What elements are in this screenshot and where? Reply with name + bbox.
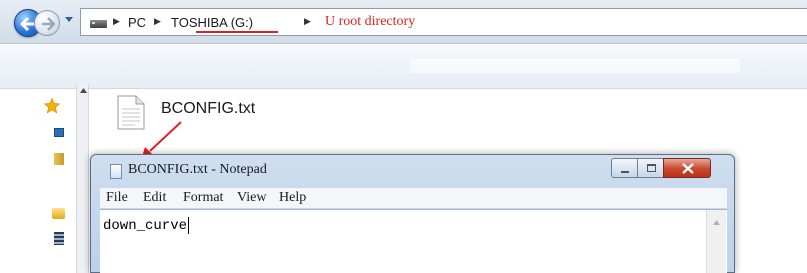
notepad-window[interactable]: BCONFIG.txt - Notepad File Edit Format V… [90, 154, 735, 273]
menu-format[interactable]: Format [183, 190, 223, 206]
close-button[interactable] [663, 158, 711, 178]
minimize-button[interactable] [611, 158, 638, 178]
scroll-up-arrow-icon[interactable] [80, 88, 87, 93]
drive-icon [90, 20, 107, 28]
forward-button[interactable] [34, 10, 60, 36]
text-caret [188, 217, 189, 234]
chevron-right-icon[interactable]: ▶ [154, 16, 161, 27]
libraries-icon[interactable] [52, 208, 65, 219]
recent-pages-dropdown-icon[interactable] [64, 16, 74, 23]
text-file-icon [117, 95, 145, 130]
window-title: BCONFIG.txt - Notepad [128, 162, 267, 177]
desktop-icon[interactable] [54, 128, 64, 137]
menu-edit[interactable]: Edit [143, 190, 166, 206]
address-bar: ▶ PC ▶ TOSHIBA (G:) ▶ U root directory [0, 0, 807, 44]
video-icon[interactable] [54, 232, 64, 245]
chevron-right-icon[interactable]: ▶ [304, 16, 311, 27]
annotation-label: U root directory [325, 14, 416, 29]
text-area[interactable]: down_curve [100, 209, 727, 273]
nav-pane-scrollbar[interactable] [76, 84, 89, 273]
folder-icon[interactable] [54, 153, 64, 165]
breadcrumb-toshiba[interactable]: TOSHIBA (G:) [171, 15, 253, 30]
address-path-box[interactable]: ▶ PC ▶ TOSHIBA (G:) ▶ U root directory [80, 8, 807, 36]
forward-arrow-icon [42, 17, 55, 31]
maximize-button[interactable] [637, 158, 664, 178]
file-name[interactable]: BCONFIG.txt [161, 100, 255, 118]
close-icon [682, 163, 694, 174]
text-content[interactable]: down_curve [103, 218, 187, 234]
navigation-pane [0, 90, 76, 273]
breadcrumb-pc[interactable]: PC [128, 15, 146, 30]
menu-file[interactable]: File [106, 190, 128, 206]
notepad-icon [110, 164, 122, 179]
favorites-star-icon[interactable] [44, 98, 60, 114]
scroll-up-arrow-icon[interactable] [713, 220, 720, 225]
menu-view[interactable]: View [237, 190, 266, 206]
menu-help[interactable]: Help [279, 190, 306, 206]
minimize-icon [621, 171, 629, 173]
menu-bar: File Edit Format View Help [100, 188, 727, 208]
chevron-right-icon[interactable]: ▶ [113, 16, 120, 27]
explorer-toolbar [0, 45, 807, 89]
maximize-icon [647, 164, 656, 172]
vertical-scrollbar[interactable] [706, 210, 726, 273]
annotation-underline [196, 31, 278, 33]
